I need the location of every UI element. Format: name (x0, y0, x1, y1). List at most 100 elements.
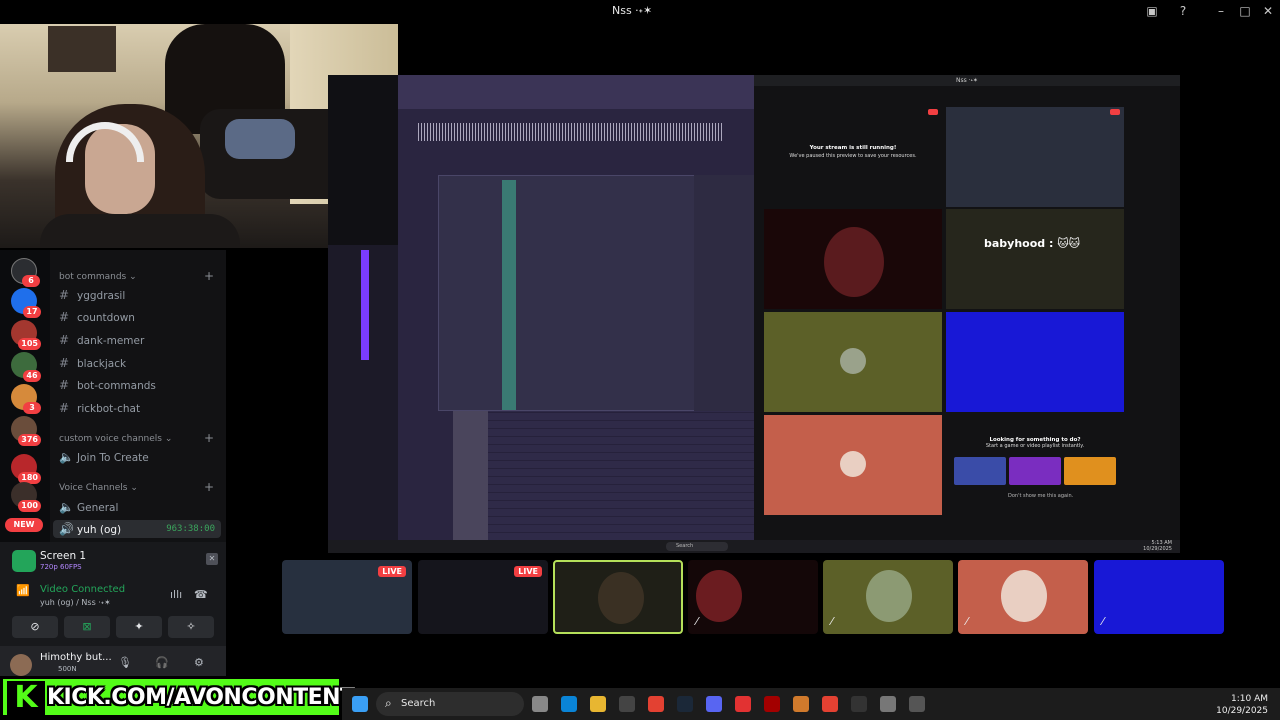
voice-status[interactable]: Video Connected (40, 584, 125, 595)
steam-icon[interactable] (677, 696, 693, 712)
channel-general[interactable]: 🔈 General (59, 498, 118, 516)
search-label: Search (401, 698, 436, 709)
store-icon[interactable] (619, 696, 635, 712)
soundboard-button[interactable]: ✧ (168, 616, 214, 638)
category-voice-channels[interactable]: Voice Channels ⌄ (59, 483, 138, 493)
category-label: bot commands (59, 272, 127, 282)
activities-button[interactable]: ✦ (116, 616, 162, 638)
settings-gear-icon[interactable]: ⚙ (194, 656, 204, 669)
fl-waveform (418, 123, 724, 141)
still-running-title: Your stream is still running! (809, 145, 897, 151)
media-player-icon[interactable] (851, 696, 867, 712)
speaker-icon: 🔈 (59, 450, 74, 464)
stop-share-icon[interactable]: ✕ (206, 553, 218, 565)
shared-screen[interactable]: Nss ·˖✶ Your stream is still running! We'… (328, 75, 1180, 553)
unread-badge: 105 (18, 338, 41, 350)
participant-tile (764, 209, 942, 309)
close-icon[interactable]: ✕ (1260, 3, 1276, 19)
channel-label: bot-commands (77, 380, 156, 392)
add-channel-icon[interactable]: + (204, 431, 214, 445)
game-card[interactable] (1009, 457, 1061, 485)
server-icon[interactable]: 100 (11, 482, 41, 512)
noise-suppression-icon[interactable]: ıllı (170, 588, 182, 601)
help-icon[interactable]: ? (1175, 3, 1191, 19)
avatar[interactable] (10, 654, 32, 676)
category-custom-voice[interactable]: custom voice channels ⌄ (59, 434, 172, 444)
game-card[interactable] (954, 457, 1006, 485)
kick-url: KICK.COM/AVONCONTENT (47, 685, 355, 710)
voice-controls: ⊘ ⊠ ✦ ✧ (8, 616, 218, 638)
server-icon[interactable]: 180 (11, 454, 41, 484)
file-explorer-icon[interactable] (590, 696, 606, 712)
participant-tile[interactable]: ⁄ (1094, 560, 1224, 634)
app-titlebar: Nss ·˖✶ ▣ ? – □ ✕ (0, 0, 1280, 22)
add-channel-icon[interactable]: + (204, 269, 214, 283)
channel-countdown[interactable]: # countdown (59, 308, 135, 326)
headphones-icon[interactable]: 🎧 (155, 656, 169, 669)
edge-icon[interactable] (561, 696, 577, 712)
hash-icon: # (59, 401, 70, 415)
server-icon[interactable]: 105 (11, 320, 41, 350)
paused-preview-tile: Your stream is still running! We've pause… (764, 107, 942, 207)
windows-start-icon[interactable] (352, 696, 368, 712)
disconnect-icon[interactable]: ☎ (194, 588, 208, 601)
app-icon[interactable] (735, 696, 751, 712)
server-icon[interactable]: 17 (11, 288, 41, 318)
channel-blackjack[interactable]: # blackjack (59, 354, 126, 372)
username[interactable]: Himothy but... (40, 652, 112, 663)
window-icon[interactable]: ▣ (1144, 3, 1160, 19)
stream-tile[interactable]: LIVE (282, 560, 412, 634)
stream-tile[interactable]: LIVE (418, 560, 548, 634)
participant-tile[interactable]: ⁄ (688, 560, 818, 634)
channel-join-to-create[interactable]: 🔈 Join To Create (59, 448, 149, 466)
participant-tile (946, 312, 1124, 412)
discord-icon[interactable] (706, 696, 722, 712)
participant-tile[interactable]: ⁄ (823, 560, 953, 634)
channel-rickbot-chat[interactable]: # rickbot-chat (59, 399, 140, 417)
opera-icon[interactable] (764, 696, 780, 712)
chrome-icon[interactable] (822, 696, 838, 712)
settings-icon[interactable] (880, 696, 896, 712)
server-icon[interactable]: 3 (11, 384, 41, 414)
obs-icon[interactable] (909, 696, 925, 712)
share-screen-button[interactable]: ⊠ (64, 616, 110, 638)
participant-tile[interactable]: ⁄ (958, 560, 1088, 634)
new-pill[interactable]: NEW (5, 518, 43, 532)
server-icon[interactable]: 46 (11, 352, 41, 382)
muted-mic-icon: ⁄ (966, 615, 968, 628)
participant-strip: LIVE LIVE ⁄ ⁄ ⁄ ⁄ (282, 560, 1242, 636)
fl-studio-icon[interactable] (793, 696, 809, 712)
wall-poster (48, 26, 116, 72)
chrome-icon[interactable] (648, 696, 664, 712)
channel-yuh-og[interactable]: 🔊 yuh (og) 963:38:00 (53, 520, 221, 538)
taskbar-time: 1:10 AM (1231, 694, 1268, 704)
speaker-icon: 🔈 (59, 500, 74, 514)
dont-show-checkbox[interactable]: Don't show me this again. (1008, 493, 1073, 499)
live-dot (928, 109, 938, 115)
taskbar-clock[interactable]: 1:10 AM 10/29/2025 (1216, 693, 1268, 717)
channel-label: Join To Create (77, 452, 149, 464)
camera-off-button[interactable]: ⊘ (12, 616, 58, 638)
maximize-icon[interactable]: □ (1237, 3, 1253, 19)
add-channel-icon[interactable]: + (204, 480, 214, 494)
voice-channel-path[interactable]: yuh (og) / Nss ·˖✶ (40, 598, 111, 607)
game-card[interactable] (1064, 457, 1116, 485)
server-icon[interactable]: 6 (11, 258, 40, 287)
participant-tile-selected[interactable] (553, 560, 683, 634)
babyhood-label: babyhood : 🐱🐱 (984, 237, 1081, 250)
channel-bot-commands[interactable]: # bot-commands (59, 376, 156, 394)
discord-sidebar: 6 17 105 46 3 376 180 100 NEW bot comman… (0, 250, 226, 680)
category-bot-commands[interactable]: bot commands ⌄ (59, 272, 137, 282)
minimize-icon[interactable]: – (1213, 3, 1229, 19)
microphone-icon[interactable]: 🎙 (118, 656, 132, 669)
task-view-icon[interactable] (532, 696, 548, 712)
still-running-sub: We've paused this preview to save your r… (789, 153, 917, 159)
kick-banner: K KICK.COM/AVONCONTENT (0, 676, 355, 718)
server-icon[interactable]: 376 (11, 416, 41, 446)
channel-yggdrasil[interactable]: # yggdrasil (59, 286, 125, 304)
taskbar-search[interactable]: ⌕ Search (376, 692, 524, 716)
channel-dank-memer[interactable]: # dank-memer (59, 331, 144, 349)
streamer-hoodie (40, 214, 240, 248)
channel-list: bot commands ⌄ + # yggdrasil # countdown #… (50, 250, 226, 540)
unread-badge: 3 (23, 402, 41, 414)
